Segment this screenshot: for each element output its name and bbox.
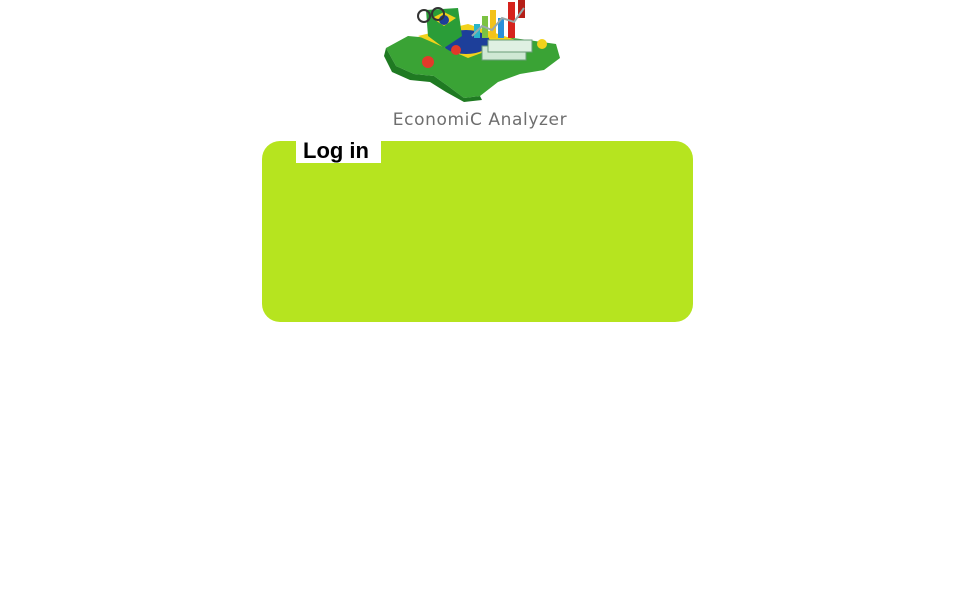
app-title-text: EconomiC Analyzer	[392, 110, 568, 130]
login-page: EconomiC Analyzer Log in	[0, 0, 960, 600]
login-panel: Log in	[262, 138, 693, 322]
login-heading: Log in	[296, 138, 381, 163]
app-title: EconomiC Analyzer	[0, 110, 960, 130]
brazil-economy-logo-icon	[384, 0, 560, 102]
